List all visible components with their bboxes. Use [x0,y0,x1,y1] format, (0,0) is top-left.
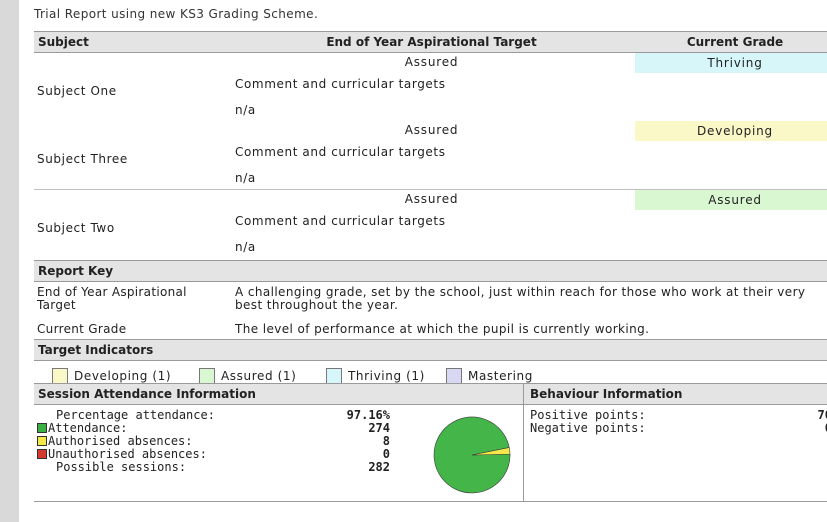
key-label: End of Year Aspirational Target [37,285,187,312]
subject-name: Subject One [37,84,117,98]
current-grade-badge: Thriving [635,53,827,73]
key-text: The level of performance at which the pu… [235,322,650,336]
current-grade-badge: Developing [635,121,827,141]
subject-row: Subject One Assured Thriving Comment and… [34,53,827,121]
key-text: A challenging grade, set by the school, … [235,285,806,312]
comment-text: n/a [235,171,256,185]
target-indicators-title: Target Indicators [38,343,154,357]
attendance-row: Percentage attendance: [56,408,215,422]
attendance-label: Percentage attendance: [56,408,215,422]
attendance-value: 274 [368,421,390,435]
comment-label: Comment and curricular targets [235,145,446,159]
indicator-label: Mastering [468,369,533,383]
behaviour-label: Positive points: [530,408,646,422]
table-header: Subject End of Year Aspirational Target … [34,31,827,53]
attendance-row: Unauthorised absences: [37,447,207,461]
attendance-row: Authorised absences: [37,434,193,448]
attendance-value: 97.16% [346,408,390,422]
subject-row: Subject Two Assured Assured Comment and … [34,190,827,258]
swatch-icon [446,368,462,384]
report-key-row: Current Grade The level of performance a… [34,320,827,339]
legend-square-icon [37,436,47,446]
report-key-title: Report Key [38,264,114,278]
attendance-behaviour-section: Session Attendance Information Behaviour… [34,383,827,502]
indicator-assured: Assured (1) [199,368,296,384]
indicator-developing: Developing (1) [52,368,171,384]
attendance-row: Attendance: [37,421,127,435]
comment-label: Comment and curricular targets [235,214,446,228]
attendance-pie-chart [433,416,511,494]
target-grade: Assured [404,192,459,206]
comment-label: Comment and curricular targets [235,77,446,91]
report-title: Trial Report using new KS3 Grading Schem… [34,7,319,21]
behaviour-label: Negative points: [530,421,646,435]
report-key-header: Report Key [34,260,827,282]
current-grade-badge: Assured [635,190,827,210]
attendance-value: 282 [368,460,390,474]
report-key-row: End of Year Aspirational Target A challe… [34,282,827,320]
behaviour-value: 0 [760,421,827,435]
attendance-label: Attendance: [48,421,128,435]
target-indicators-header: Target Indicators [34,339,827,361]
legend-square-icon [37,449,47,459]
subject-row: Subject Three Assured Developing Comment… [34,121,827,189]
indicator-label: Developing (1) [74,369,172,383]
subject-name: Subject Two [37,221,115,235]
header-subject: Subject [38,35,89,49]
subject-name: Subject Three [37,152,128,166]
attendance-header: Session Attendance Information [34,383,527,405]
target-grade: Assured [404,123,459,137]
attendance-value: 0 [382,447,390,461]
column-divider [523,383,524,501]
swatch-icon [326,368,342,384]
indicator-label: Thriving (1) [348,369,425,383]
behaviour-value: 70 [817,408,827,422]
attendance-value: 8 [382,434,390,448]
indicator-mastering: Mastering [446,368,533,384]
swatch-icon [52,368,68,384]
grades-table: Subject End of Year Aspirational Target … [34,31,827,389]
attendance-label: Possible sessions: [56,460,187,474]
behaviour-header: Behaviour Information [523,383,827,405]
header-target: End of Year Aspirational Target [326,35,537,49]
comment-text: n/a [235,103,256,117]
attendance-row: Possible sessions: [56,460,186,474]
comment-text: n/a [235,240,256,254]
key-label: Current Grade [37,322,127,336]
header-current-grade: Current Grade [686,35,784,49]
target-grade: Assured [404,55,459,69]
report-page: Trial Report using new KS3 Grading Schem… [19,0,827,522]
indicator-label: Assured (1) [221,369,297,383]
pie-slices [433,416,511,494]
attendance-label: Unauthorised absences: [48,447,207,461]
legend-square-icon [37,423,47,433]
attendance-label: Authorised absences: [48,434,193,448]
indicator-thriving: Thriving (1) [326,368,425,384]
swatch-icon [199,368,215,384]
